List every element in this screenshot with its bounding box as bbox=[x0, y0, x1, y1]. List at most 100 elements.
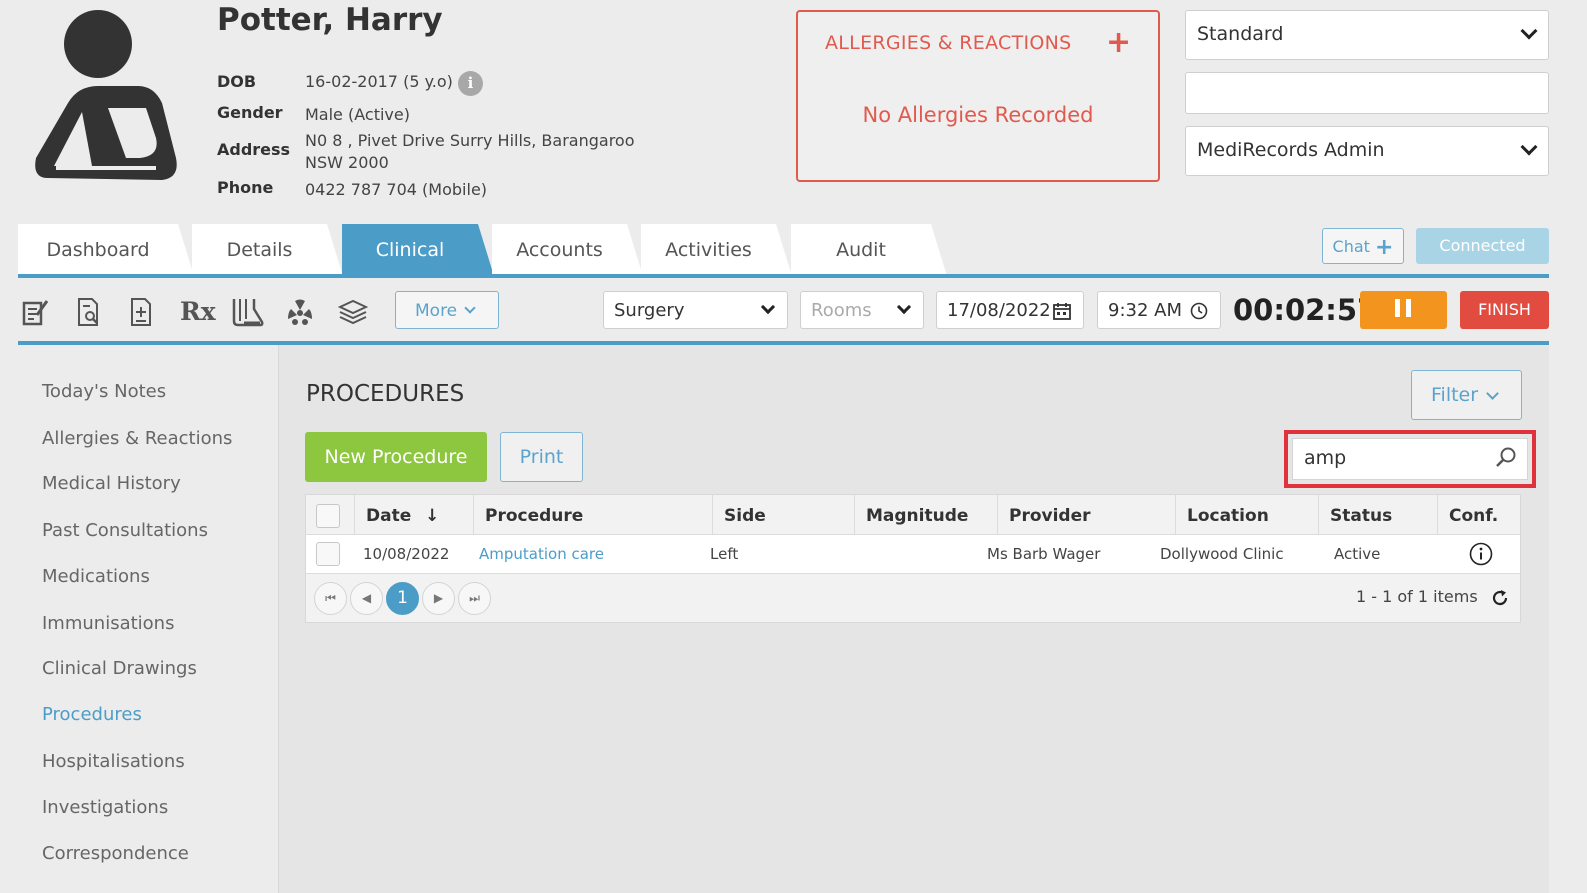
tab-bar: Dashboard Details Clinical Accounts Acti… bbox=[18, 224, 958, 276]
search-input[interactable]: amp bbox=[1292, 438, 1528, 480]
blank-field[interactable] bbox=[1185, 72, 1549, 114]
first-page-button[interactable]: ⏮ bbox=[314, 582, 347, 615]
more-label: More bbox=[415, 301, 458, 321]
connection-status-button[interactable]: Connected bbox=[1416, 228, 1549, 264]
sidebar-item-immunisations[interactable]: Immunisations bbox=[42, 613, 174, 634]
user-select[interactable]: MediRecords Admin bbox=[1185, 126, 1549, 176]
sidebar-item-correspondence[interactable]: Correspondence bbox=[42, 843, 189, 864]
procedures-table: Date ↓ Procedure Side Magnitude Provider… bbox=[305, 494, 1521, 623]
tab-audit[interactable]: Audit bbox=[791, 224, 947, 276]
location-value: Surgery bbox=[614, 300, 685, 321]
document-search-icon[interactable] bbox=[75, 297, 103, 327]
time-field[interactable]: 9:32 AM bbox=[1097, 291, 1221, 329]
lab-flask-icon[interactable] bbox=[230, 297, 264, 327]
select-all-checkbox[interactable] bbox=[316, 504, 340, 528]
column-conf[interactable]: Conf. bbox=[1437, 495, 1521, 535]
chevron-down-icon bbox=[464, 302, 476, 314]
rx-icon[interactable]: Rx bbox=[180, 297, 216, 327]
cell-provider: Ms Barb Wager bbox=[987, 545, 1101, 563]
table-header: Date ↓ Procedure Side Magnitude Provider… bbox=[306, 495, 1520, 535]
address-label: Address bbox=[217, 140, 291, 159]
sidebar-item-medical-history[interactable]: Medical History bbox=[42, 473, 181, 494]
radiation-icon[interactable] bbox=[286, 297, 314, 327]
sidebar-item-medications[interactable]: Medications bbox=[42, 566, 150, 587]
gender-value: Male (Active) bbox=[305, 105, 410, 124]
row-checkbox[interactable] bbox=[316, 542, 340, 566]
print-button[interactable]: Print bbox=[500, 432, 583, 482]
chat-button[interactable]: Chat + bbox=[1322, 228, 1404, 264]
cell-status: Active bbox=[1334, 545, 1381, 563]
finish-button[interactable]: FINISH bbox=[1460, 291, 1549, 329]
pause-icon bbox=[1395, 299, 1400, 317]
tab-dashboard[interactable]: Dashboard bbox=[18, 224, 194, 276]
new-procedure-button[interactable]: New Procedure bbox=[305, 432, 487, 482]
chevron-down-icon bbox=[1486, 387, 1499, 400]
notes-icon[interactable] bbox=[21, 297, 49, 327]
plus-icon: + bbox=[1375, 235, 1394, 260]
date-field[interactable]: 17/08/2022 bbox=[936, 291, 1084, 329]
calendar-icon[interactable] bbox=[1053, 302, 1071, 320]
next-page-button[interactable]: ▶ bbox=[422, 582, 455, 615]
sidebar-item-hospitalisations[interactable]: Hospitalisations bbox=[42, 751, 185, 772]
chevron-down-icon bbox=[896, 299, 912, 315]
current-page-button[interactable]: 1 bbox=[386, 582, 419, 615]
patient-name: Potter, Harry bbox=[217, 2, 443, 38]
search-icon[interactable] bbox=[1495, 446, 1517, 468]
sidebar-item-todays-notes[interactable]: Today's Notes bbox=[42, 381, 166, 402]
tab-details[interactable]: Details bbox=[192, 224, 343, 276]
sidebar-item-procedures[interactable]: Procedures bbox=[42, 704, 142, 725]
column-location[interactable]: Location bbox=[1175, 495, 1318, 535]
template-select-value: Standard bbox=[1197, 23, 1284, 45]
add-allergy-icon[interactable]: + bbox=[1106, 25, 1131, 60]
info-icon[interactable]: i bbox=[458, 71, 483, 96]
filter-button[interactable]: Filter bbox=[1411, 370, 1522, 420]
gender-label: Gender bbox=[217, 103, 283, 122]
pagination: ⏮ ◀ 1 ▶ ⏭ 1 - 1 of 1 items bbox=[306, 574, 1520, 622]
time-value: 9:32 AM bbox=[1108, 300, 1182, 321]
tab-activities[interactable]: Activities bbox=[641, 224, 792, 276]
clinical-sidebar: Today's Notes Allergies & Reactions Medi… bbox=[18, 345, 279, 893]
sidebar-item-allergies[interactable]: Allergies & Reactions bbox=[42, 428, 232, 449]
cell-date: 10/08/2022 bbox=[363, 545, 450, 563]
more-button[interactable]: More bbox=[395, 291, 499, 329]
consult-timer: 00:02:57 bbox=[1233, 293, 1378, 327]
tab-clinical[interactable]: Clinical bbox=[342, 224, 494, 276]
column-side[interactable]: Side bbox=[712, 495, 854, 535]
cell-location: Dollywood Clinic bbox=[1160, 545, 1284, 563]
column-date[interactable]: Date ↓ bbox=[354, 495, 473, 535]
column-procedure[interactable]: Procedure bbox=[473, 495, 712, 535]
info-circle-icon[interactable] bbox=[1469, 542, 1493, 566]
stack-icon[interactable] bbox=[338, 297, 368, 327]
sidebar-item-past-consultations[interactable]: Past Consultations bbox=[42, 520, 208, 541]
allergies-panel: ALLERGIES & REACTIONS + No Allergies Rec… bbox=[796, 10, 1160, 182]
last-page-button[interactable]: ⏭ bbox=[458, 582, 491, 615]
clock-icon[interactable] bbox=[1190, 302, 1208, 320]
user-select-value: MediRecords Admin bbox=[1197, 139, 1385, 161]
address-line2: NSW 2000 bbox=[305, 153, 389, 172]
cell-procedure-link[interactable]: Amputation care bbox=[479, 535, 604, 573]
document-plus-icon[interactable] bbox=[128, 297, 156, 327]
refresh-icon[interactable] bbox=[1490, 588, 1510, 608]
column-date-label: Date bbox=[366, 506, 412, 526]
sidebar-item-investigations[interactable]: Investigations bbox=[42, 797, 168, 818]
location-select[interactable]: Surgery bbox=[603, 291, 788, 329]
rooms-select[interactable]: Rooms bbox=[800, 291, 924, 329]
page-title: PROCEDURES bbox=[306, 381, 465, 407]
tab-underline bbox=[18, 274, 1549, 278]
chevron-down-icon bbox=[1520, 22, 1538, 40]
sidebar-item-clinical-drawings[interactable]: Clinical Drawings bbox=[42, 658, 197, 679]
pause-button[interactable] bbox=[1360, 291, 1447, 329]
pause-icon bbox=[1406, 299, 1411, 317]
column-magnitude[interactable]: Magnitude bbox=[854, 495, 997, 535]
no-allergies-text: No Allergies Recorded bbox=[862, 103, 1094, 127]
address-line1: N0 8 , Pivet Drive Surry Hills, Barangar… bbox=[305, 131, 635, 150]
chat-label: Chat bbox=[1332, 237, 1370, 256]
prev-page-button[interactable]: ◀ bbox=[350, 582, 383, 615]
template-select[interactable]: Standard bbox=[1185, 10, 1549, 60]
sort-down-icon: ↓ bbox=[425, 506, 440, 526]
tab-accounts[interactable]: Accounts bbox=[492, 224, 643, 276]
column-provider[interactable]: Provider bbox=[997, 495, 1175, 535]
column-status[interactable]: Status bbox=[1318, 495, 1437, 535]
filter-label: Filter bbox=[1431, 384, 1479, 406]
phone-value: 0422 787 704 (Mobile) bbox=[305, 180, 488, 199]
